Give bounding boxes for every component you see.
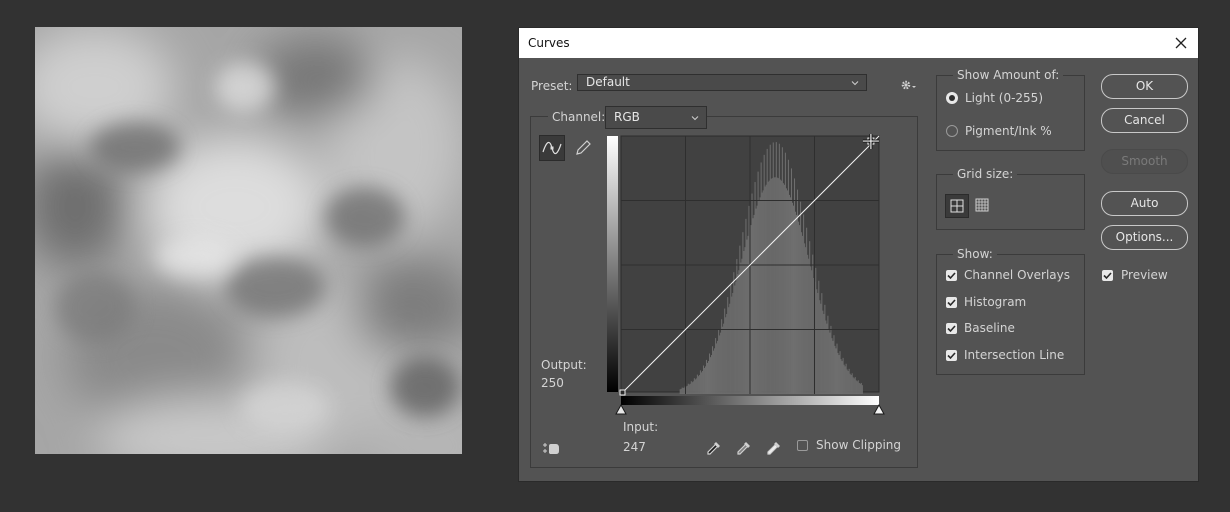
dialog-title: Curves bbox=[528, 36, 570, 50]
histogram-label: Histogram bbox=[964, 295, 1027, 309]
detailed-grid-icon bbox=[975, 198, 989, 212]
curves-graph[interactable] bbox=[607, 133, 885, 424]
targeted-adjustment-tool[interactable] bbox=[541, 439, 563, 457]
show-clipping-label: Show Clipping bbox=[816, 438, 902, 452]
gray-point-eyedropper[interactable] bbox=[735, 439, 753, 457]
white-point-eyedropper-icon bbox=[767, 442, 780, 455]
intersection-line-label: Intersection Line bbox=[964, 348, 1065, 362]
close-button[interactable] bbox=[1169, 31, 1193, 55]
channel-dropdown[interactable]: RGB bbox=[605, 106, 707, 129]
curve-point-tool[interactable] bbox=[539, 135, 565, 161]
black-point-eyedropper[interactable] bbox=[705, 439, 723, 457]
output-label: Output: bbox=[541, 358, 587, 372]
histogram-checkbox[interactable] bbox=[946, 297, 957, 308]
output-gradient-bar bbox=[607, 136, 618, 392]
preview-checkbox[interactable] bbox=[1102, 270, 1113, 281]
black-point-eyedropper-icon bbox=[707, 442, 720, 455]
preset-value: Default bbox=[586, 75, 630, 89]
pigment-radio-label: Pigment/Ink % bbox=[965, 124, 1052, 138]
output-value[interactable]: 250 bbox=[541, 376, 564, 390]
curve-point-black[interactable] bbox=[619, 389, 626, 396]
pencil-icon bbox=[576, 140, 591, 155]
checkmark-icon bbox=[947, 352, 956, 360]
intersection-line-checkbox[interactable] bbox=[946, 350, 957, 361]
pencil-tool[interactable] bbox=[571, 135, 597, 161]
checkmark-icon bbox=[947, 272, 956, 280]
cloud-texture bbox=[35, 27, 462, 454]
checkmark-icon bbox=[1103, 272, 1112, 280]
preset-label: Preset: bbox=[531, 79, 573, 93]
baseline-label: Baseline bbox=[964, 321, 1015, 335]
input-gradient-bar bbox=[621, 396, 879, 405]
gear-icon bbox=[901, 80, 916, 90]
show-clipping-checkbox[interactable] bbox=[797, 440, 808, 451]
baseline-checkbox[interactable] bbox=[946, 323, 957, 334]
input-value[interactable]: 247 bbox=[623, 440, 646, 454]
show-amount-group bbox=[936, 75, 1085, 151]
simple-grid-icon bbox=[950, 199, 964, 213]
checkmark-icon bbox=[947, 325, 956, 333]
channel-overlays-label: Channel Overlays bbox=[964, 268, 1070, 282]
light-radio-label: Light (0-255) bbox=[965, 91, 1043, 105]
grid-size-title: Grid size: bbox=[953, 167, 1018, 181]
gray-point-eyedropper-icon bbox=[737, 442, 750, 455]
white-point-eyedropper[interactable] bbox=[765, 439, 783, 457]
hand-adjust-icon bbox=[543, 443, 559, 454]
show-title: Show: bbox=[953, 247, 997, 261]
close-icon bbox=[1175, 37, 1187, 49]
curve-tool-icon bbox=[542, 141, 562, 155]
channel-value: RGB bbox=[614, 110, 640, 124]
white-point-slider[interactable] bbox=[873, 403, 885, 415]
chevron-down-icon bbox=[691, 116, 699, 121]
preset-options-button[interactable] bbox=[899, 78, 917, 92]
cancel-button[interactable]: Cancel bbox=[1101, 108, 1188, 133]
chevron-down-icon bbox=[851, 81, 859, 86]
channel-label: Channel: bbox=[548, 110, 610, 124]
curves-dialog: Curves Preset: Default Channel: RGB Outp… bbox=[519, 28, 1198, 481]
options-button[interactable]: Options... bbox=[1101, 225, 1188, 250]
title-bar[interactable]: Curves bbox=[519, 28, 1198, 58]
pigment-radio[interactable] bbox=[946, 125, 958, 137]
preview-label: Preview bbox=[1121, 268, 1168, 282]
light-radio[interactable] bbox=[946, 92, 958, 104]
auto-button[interactable]: Auto bbox=[1101, 191, 1188, 216]
simple-grid-button[interactable] bbox=[945, 194, 969, 218]
checkmark-icon bbox=[947, 299, 956, 307]
preset-dropdown[interactable]: Default bbox=[577, 74, 867, 91]
detailed-grid-button[interactable] bbox=[971, 194, 995, 218]
smooth-button[interactable]: Smooth bbox=[1101, 149, 1188, 174]
black-point-slider[interactable] bbox=[615, 403, 627, 415]
show-amount-title: Show Amount of: bbox=[953, 68, 1064, 82]
curves-graph-area[interactable] bbox=[607, 133, 885, 424]
channel-overlays-checkbox[interactable] bbox=[946, 270, 957, 281]
ok-button[interactable]: OK bbox=[1101, 74, 1188, 99]
document-canvas[interactable] bbox=[35, 27, 462, 454]
